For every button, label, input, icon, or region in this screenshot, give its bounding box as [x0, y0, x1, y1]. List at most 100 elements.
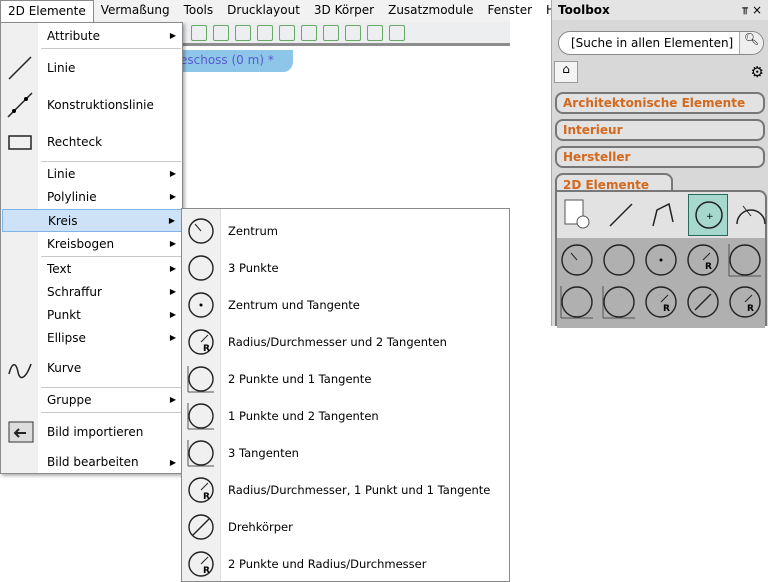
submenu-arrow-icon: ▶	[169, 333, 176, 342]
circle-tool-button[interactable]: R	[685, 242, 725, 282]
image-import-icon	[8, 421, 34, 443]
label: Rechteck	[47, 135, 103, 149]
menu-vermassung[interactable]: Vermaßung	[94, 0, 177, 22]
menu-item-linie[interactable]: Linie ▶	[2, 162, 182, 185]
menu-item-konstruktionslinie[interactable]: Konstruktionslinie	[2, 87, 182, 123]
menu-2d-elemente[interactable]: 2D Elemente	[0, 0, 94, 22]
circle-variant-icon	[187, 440, 214, 467]
circle-variant-icon: R	[188, 329, 214, 355]
gear-icon[interactable]: ⚙	[751, 63, 764, 81]
submenu-item[interactable]: R Radius/Durchmesser und 2 Tangenten	[182, 323, 509, 360]
label: Linie	[47, 166, 76, 181]
submenu-arrow-icon: ▶	[169, 287, 176, 296]
toolbar-button-scale-icon[interactable]	[257, 24, 273, 41]
submenu-item[interactable]: 2 Punkte und 1 Tangente	[182, 360, 509, 397]
circle-variant-icon: R	[188, 477, 214, 503]
submenu-arrow-icon: ▶	[169, 169, 176, 178]
submenu-item[interactable]: R 2 Punkte und Radius/Durchmesser	[182, 545, 509, 582]
submenu-arrow-icon: ▶	[169, 264, 176, 273]
menubar: 2D Elemente Vermaßung Tools Drucklayout …	[0, 0, 555, 22]
svg-text:R: R	[705, 262, 712, 272]
svg-text:+: +	[706, 212, 714, 222]
circle-tool-button[interactable]	[601, 284, 641, 324]
menu-item-bild-bearbeiten[interactable]: Bild bearbeiten ▶	[2, 451, 182, 473]
menu-item-polylinie[interactable]: Polylinie ▶	[2, 185, 182, 208]
circle-tool-button[interactable]	[727, 242, 767, 282]
circle-variant-icon: R	[729, 286, 761, 318]
menu-tools[interactable]: Tools	[177, 0, 221, 22]
menu-zusatzmodule[interactable]: Zusatzmodule	[381, 0, 480, 22]
menu-item-ellipse[interactable]: Ellipse ▶	[2, 326, 182, 349]
submenu-item[interactable]: Drehkörper	[182, 508, 509, 545]
label: Polylinie	[47, 189, 97, 204]
toolbar-button-mirror-icon[interactable]	[213, 24, 229, 41]
tool-polyline-icon[interactable]	[645, 194, 685, 236]
toolbar-button-flag-green-icon[interactable]	[367, 24, 383, 41]
submenu-item[interactable]: 1 Punkte und 2 Tangenten	[182, 397, 509, 434]
toolbar-button-rotate-icon[interactable]	[235, 24, 251, 41]
menu-item-kurve[interactable]: Kurve	[2, 349, 182, 387]
circle-tool-button[interactable]: R	[727, 284, 767, 324]
submenu-item[interactable]: R Radius/Durchmesser, 1 Punkt und 1 Tange…	[182, 471, 509, 508]
menu-item-kreis[interactable]: Kreis ▶	[2, 209, 182, 232]
menu-item-schraffur[interactable]: Schraffur ▶	[2, 280, 182, 303]
label: Kreisbogen	[47, 236, 115, 251]
circle-tool-button[interactable]	[685, 284, 725, 324]
tool-circle-icon[interactable]: +	[688, 194, 728, 236]
submenu-item-label: 1 Punkte und 2 Tangenten	[228, 408, 379, 423]
toolbar-button-group-icon[interactable]	[191, 24, 207, 41]
circle-tool-button[interactable]	[559, 242, 599, 282]
submenu-item-label: Zentrum	[228, 223, 278, 238]
menu-item-gruppe[interactable]: Gruppe ▶	[2, 388, 182, 411]
close-icon[interactable]: ×	[752, 3, 762, 17]
menu-3d-koerper[interactable]: 3D Körper	[307, 0, 381, 22]
submenu-item[interactable]: Zentrum	[182, 212, 509, 249]
circle-variant-icon	[561, 244, 593, 276]
submenu-item[interactable]: Zentrum und Tangente	[182, 286, 509, 323]
pin-icon[interactable]: ⫪	[742, 6, 748, 17]
toolbar-button-view-icon[interactable]	[323, 24, 339, 41]
line-icon	[8, 56, 32, 80]
menu-item-linie-tool[interactable]: Linie	[2, 49, 182, 87]
menu-item-punkt[interactable]: Punkt ▶	[2, 303, 182, 326]
submenu-item[interactable]: 3 Tangenten	[182, 434, 509, 471]
label: Bild importieren	[47, 425, 144, 439]
circle-tool-button[interactable]	[559, 284, 599, 324]
submenu-item-label: 3 Tangenten	[228, 445, 299, 460]
menu-item-attribute[interactable]: Attribute ▶	[2, 24, 182, 47]
circle-variant-icon	[560, 286, 593, 319]
label: Ellipse	[47, 330, 86, 345]
circle-tool-button[interactable]	[601, 242, 641, 282]
tool-line-icon[interactable]	[602, 194, 642, 236]
submenu-item[interactable]: 3 Punkte	[182, 249, 509, 286]
menu-item-bild-importieren[interactable]: Bild importieren	[2, 413, 182, 451]
home-icon[interactable]: ⌂	[554, 61, 578, 83]
svg-text:R: R	[203, 492, 210, 502]
circle-tool-button[interactable]	[643, 242, 683, 282]
menu-item-rechteck[interactable]: Rechteck	[2, 123, 182, 161]
menu-item-kreisbogen[interactable]: Kreisbogen ▶	[2, 232, 182, 255]
submenu-item-label: Radius/Durchmesser, 1 Punkt und 1 Tangen…	[228, 482, 491, 497]
search-icon[interactable]: 🔍︎	[739, 32, 763, 54]
circle-tool-button[interactable]: R	[643, 284, 683, 324]
label: Kurve	[47, 361, 82, 375]
toolbar-button-layer-icon[interactable]	[389, 24, 405, 41]
toolbar	[183, 22, 510, 46]
category-hersteller[interactable]: Hersteller	[555, 146, 765, 168]
document-tab[interactable]: eschoss (0 m) *	[170, 50, 293, 72]
tool-select-icon[interactable]	[559, 194, 599, 236]
category-interieur[interactable]: Interieur	[555, 119, 765, 141]
tool-arc-icon[interactable]	[731, 194, 768, 236]
menu-fenster[interactable]: Fenster	[481, 0, 540, 22]
toolbar-button-copy-icon[interactable]	[279, 24, 295, 41]
toolbar-button-flag-blue-icon[interactable]	[345, 24, 361, 41]
menu-item-text[interactable]: Text ▶	[2, 257, 182, 280]
label: Text	[47, 261, 72, 276]
search-input[interactable]: [Suche in allen Elementen] 🔍︎	[558, 31, 764, 55]
toolbar-button-grid-icon[interactable]	[301, 24, 317, 41]
menu-drucklayout[interactable]: Drucklayout	[220, 0, 307, 22]
category-architektonische-elemente[interactable]: Architektonische Elemente	[555, 92, 765, 114]
svg-text:R: R	[663, 304, 670, 314]
circle-variant-icon	[687, 286, 719, 318]
submenu-item-label: 2 Punkte und 1 Tangente	[228, 371, 372, 386]
